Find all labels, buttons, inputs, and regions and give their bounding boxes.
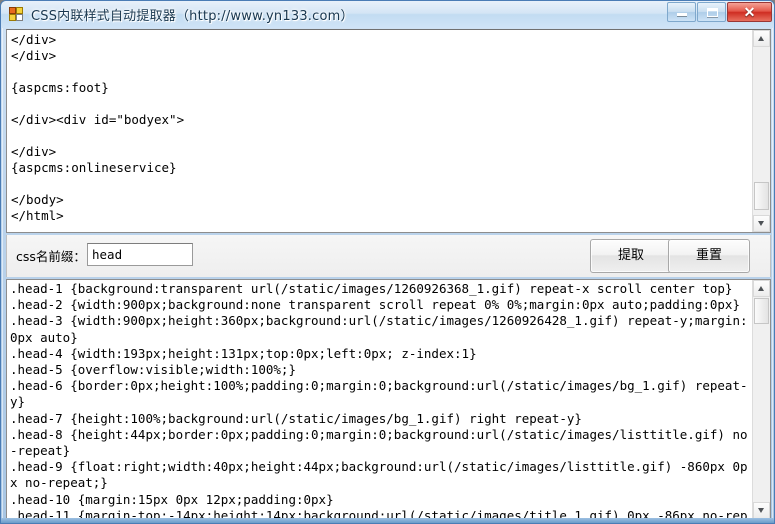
title-bar[interactable]: CSS内联样式自动提取器（http://www.yn133.com） ✕ (1, 1, 774, 28)
results-panel[interactable]: .head-1 {background:transparent url(/sta… (6, 279, 771, 520)
maximize-icon (707, 8, 718, 17)
application-window: CSS内联样式自动提取器（http://www.yn133.com） ✕ </d… (0, 0, 775, 524)
source-panel[interactable]: </div> </div> {aspcms:foot} </div><div i… (6, 29, 771, 233)
minimize-icon (677, 13, 687, 16)
maximize-button[interactable] (697, 2, 726, 22)
window-controls: ✕ (666, 2, 772, 23)
close-button[interactable]: ✕ (727, 2, 772, 22)
window-bottom-edge (1, 518, 774, 523)
close-icon: ✕ (743, 4, 756, 20)
html-source-textarea[interactable]: </div> </div> {aspcms:foot} </div><div i… (11, 32, 751, 224)
source-vertical-scrollbar[interactable] (752, 30, 770, 232)
source-scrollbar-thumb[interactable] (754, 182, 769, 210)
scroll-up-arrow-icon[interactable] (753, 280, 770, 297)
extract-button[interactable]: 提取 (590, 239, 672, 273)
scroll-up-arrow-icon[interactable] (753, 30, 770, 47)
minimize-button[interactable] (667, 2, 696, 22)
toolbar: css名前缀： 提取 重置 (6, 235, 771, 277)
prefix-label: css名前缀： (16, 249, 86, 264)
scroll-down-arrow-icon[interactable] (753, 502, 770, 519)
reset-button[interactable]: 重置 (668, 239, 750, 273)
window-title: CSS内联样式自动提取器（http://www.yn133.com） (31, 9, 354, 24)
app-grid-icon (9, 7, 23, 21)
css-prefix-input[interactable] (87, 243, 193, 266)
results-vertical-scrollbar[interactable] (752, 280, 770, 519)
scroll-down-arrow-icon[interactable] (753, 215, 770, 232)
extracted-css-output[interactable]: .head-1 {background:transparent url(/sta… (10, 281, 752, 519)
results-scrollbar-thumb[interactable] (754, 298, 769, 324)
